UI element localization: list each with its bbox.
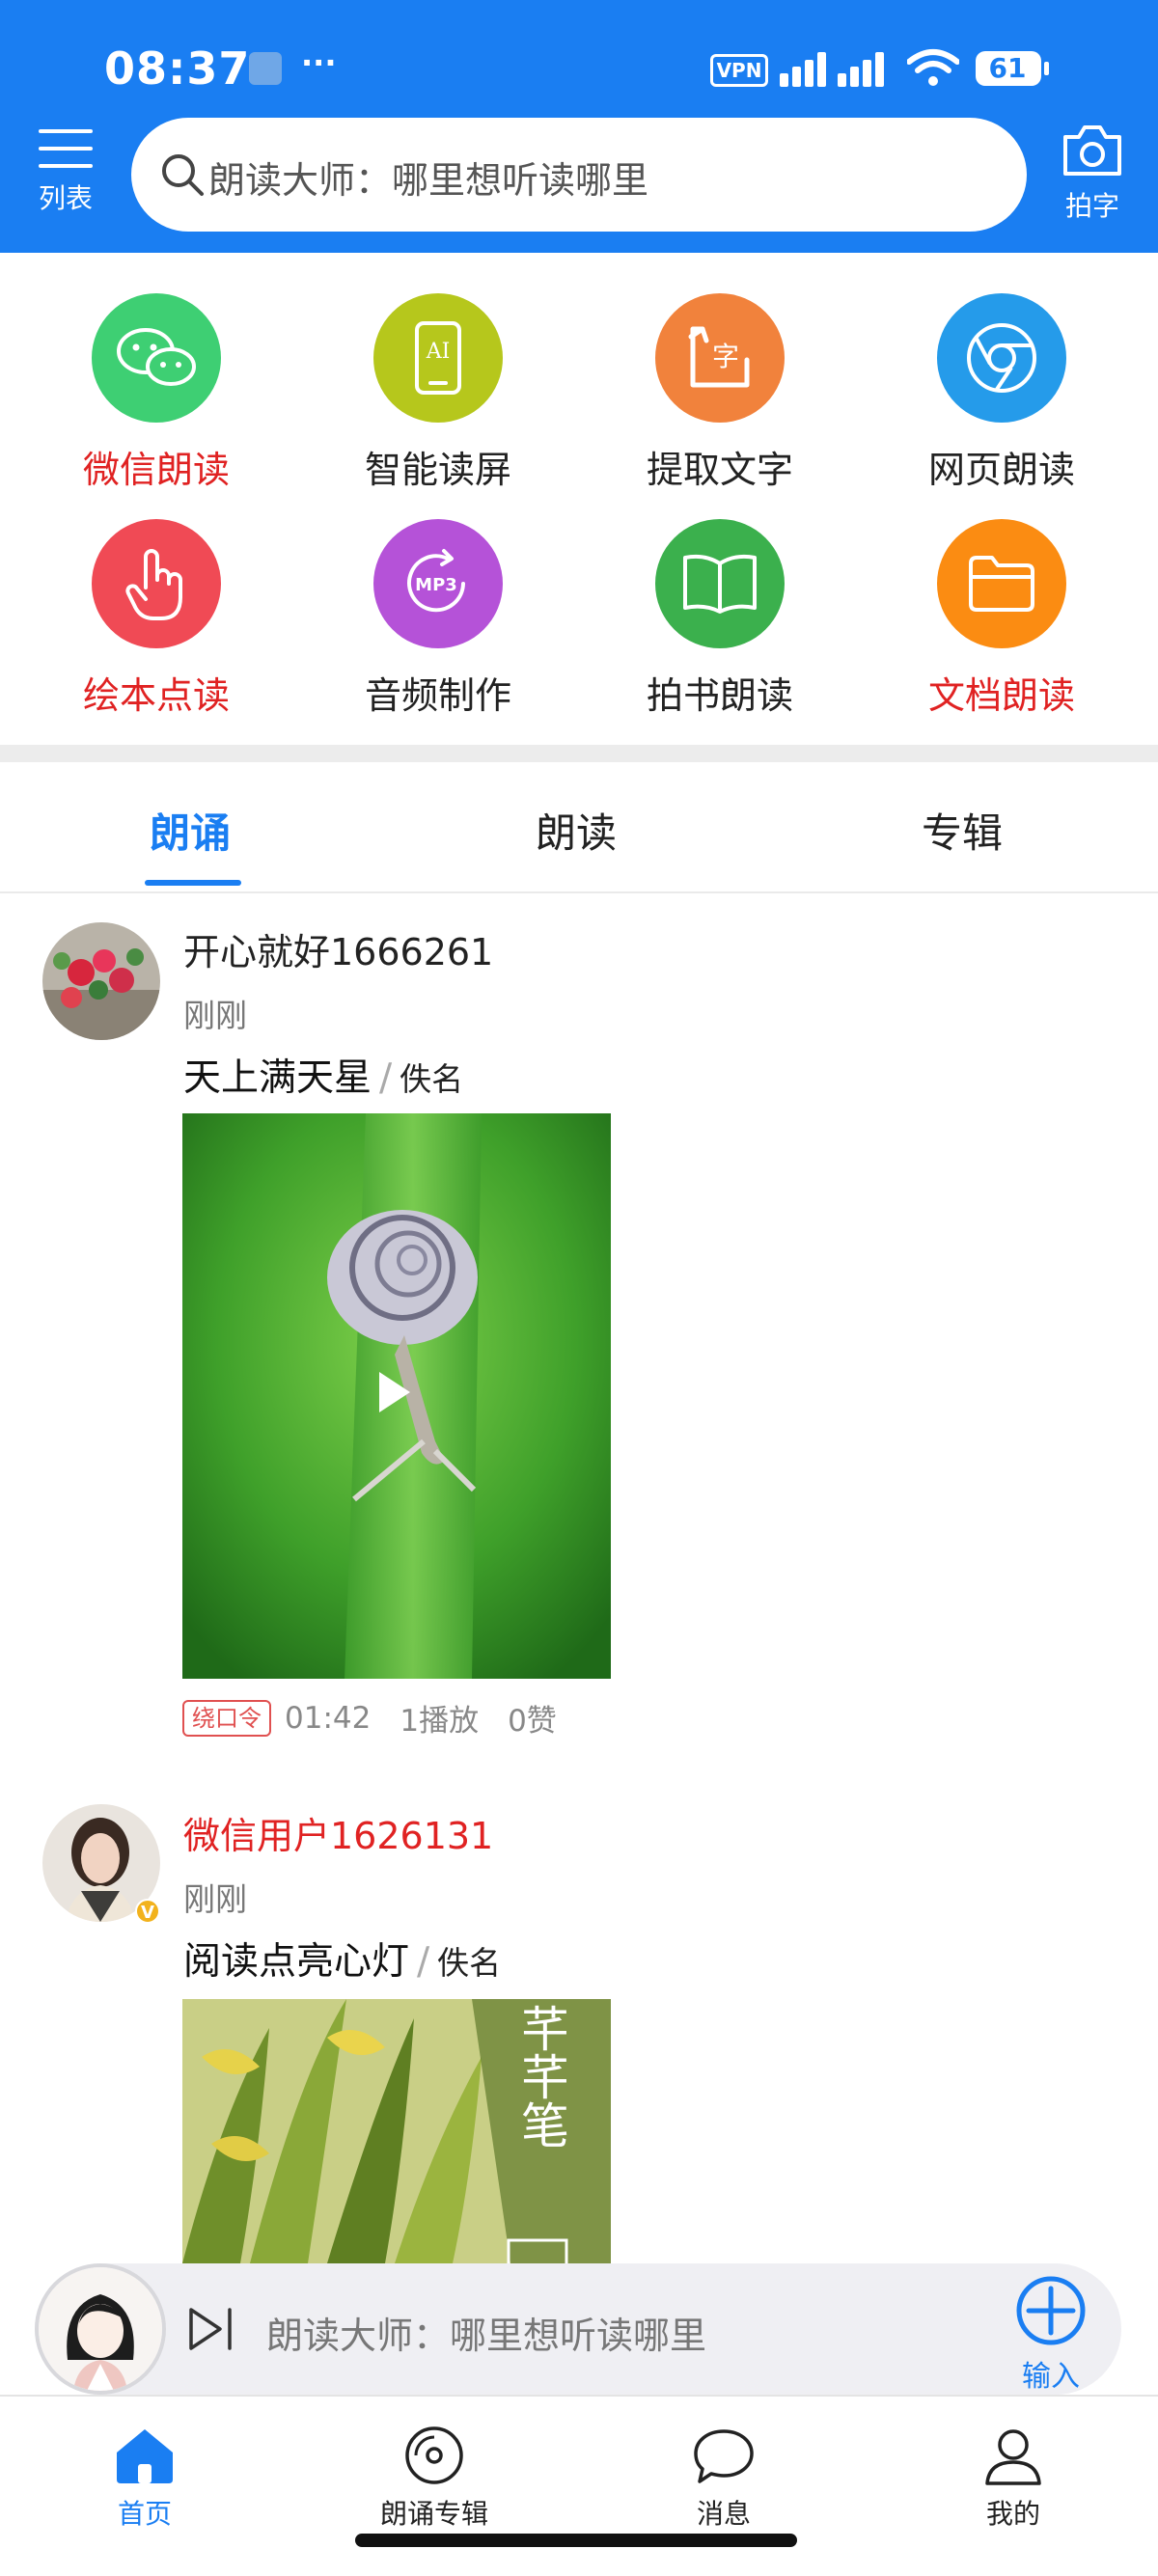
feature-extract-text[interactable]: 字 提取文字 [594,253,845,491]
post-duration: 01:42 [285,1700,372,1736]
feature-label: 文档朗读 [927,674,1075,717]
post-title[interactable]: 阅读点亮心灯 / 佚名 [183,1932,501,1986]
menu-label: 列表 [38,182,93,214]
avatar[interactable] [42,922,160,1040]
extract-text-icon: 字 [655,293,785,423]
hamburger-icon [39,129,93,168]
post-meta: 绕口令 01:42 1播放 0赞 [182,1696,586,1740]
svg-text:字: 字 [712,341,739,372]
section-divider [0,745,1158,762]
mp3-icon: MP3 [373,519,503,648]
cover-text: 芊芊笔 [513,2004,569,2149]
post-plays: 1播放 [400,1704,480,1739]
browser-icon [937,293,1066,423]
post-time: 刚刚 [183,1880,247,1918]
battery-level: 61 [988,52,1027,84]
wechat-icon [92,293,221,423]
search-input[interactable]: 朗读大师：哪里想听读哪里 [131,118,1027,232]
active-tab-indicator [145,880,241,886]
video-thumbnail[interactable]: 芊芊笔 [182,1999,611,2263]
tab-home[interactable]: 首页 [48,2425,241,2532]
feature-label: 绘本点读 [82,674,230,717]
ai-phone-icon: AI [373,293,503,423]
app-notification-icon [249,52,282,85]
tab-label: 朗诵专辑 [379,2498,488,2530]
tab-reading[interactable]: 朗读 [536,801,617,860]
status-bar: 08:37 ··· VPN 61 [0,0,1158,123]
home-indicator [355,2534,797,2547]
title-separator: / [417,1940,430,1984]
vpn-icon: VPN [710,54,768,87]
feature-audio-make[interactable]: MP3 音频制作 [313,479,564,717]
app-header: 08:37 ··· VPN 61 列表 朗读大师：哪里想听读哪里 拍字 [0,0,1158,253]
mini-player[interactable]: 朗读大师：哪里想听读哪里 输入 [35,2263,1121,2395]
post-time: 刚刚 [183,997,247,1034]
play-next-icon[interactable] [185,2306,235,2352]
svg-text:AI: AI [426,340,451,364]
status-time: 08:37 [104,42,251,95]
more-notifications-icon: ··· [301,44,337,81]
post-username[interactable]: 微信用户1626131 [183,1806,493,1859]
disc-icon [405,2426,463,2484]
title-separator: / [379,1056,393,1100]
finger-tap-icon [92,519,221,648]
menu-button[interactable]: 列表 [29,125,102,232]
post-username[interactable]: 开心就好1666261 [183,922,493,975]
person-icon [985,2429,1041,2485]
tab-label: 首页 [117,2498,172,2530]
tab-albums[interactable]: 朗诵专辑 [338,2425,531,2532]
feature-label: 音频制作 [364,674,511,717]
bottom-tab-bar: 首页 朗诵专辑 消息 我的 [0,2395,1158,2576]
player-avatar[interactable] [35,2263,166,2395]
folder-icon [937,519,1066,648]
feature-grid: 微信朗读 AI 智能读屏 字 提取文字 网页朗读 绘本点读 MP3 音频制作 拍… [0,253,1158,745]
content-tabs: 朗诵 朗读 专辑 [0,762,1158,893]
feature-photo-book[interactable]: 拍书朗读 [594,479,845,717]
tab-recitation[interactable]: 朗诵 [150,801,231,860]
post-title-text: 阅读点亮心灯 [183,1940,410,1984]
svg-text:MP3: MP3 [415,575,457,595]
feature-web-read[interactable]: 网页朗读 [876,253,1127,491]
feature-label: 拍书朗读 [646,674,793,717]
verified-badge: V [135,1899,160,1924]
camera-button[interactable]: 拍字 [1052,123,1133,230]
input-button[interactable]: 输入 [1007,2275,1094,2395]
feature-wechat-read[interactable]: 微信朗读 [31,253,282,491]
video-thumbnail[interactable] [182,1113,611,1679]
post-likes[interactable]: 0赞 [508,1704,557,1739]
book-icon [655,519,785,648]
post-title-text: 天上满天星 [183,1056,372,1100]
chat-bubble-icon [694,2429,754,2483]
camera-icon [1063,125,1121,176]
post-author: 佚名 [437,1944,502,1982]
wifi-icon [907,49,959,86]
tab-me[interactable]: 我的 [917,2425,1110,2532]
player-placeholder[interactable]: 朗读大师：哪里想听读哪里 [266,2306,706,2359]
signal-icon [780,52,884,87]
post-author: 佚名 [400,1060,464,1098]
feature-document-read[interactable]: 文档朗读 [876,479,1127,717]
search-icon [162,154,204,196]
tab-album[interactable]: 专辑 [922,801,1003,860]
category-tag[interactable]: 绕口令 [182,1699,271,1737]
feature-picturebook[interactable]: 绘本点读 [31,479,282,717]
home-icon [117,2429,173,2483]
tab-label: 我的 [985,2498,1040,2530]
post-title[interactable]: 天上满天星 / 佚名 [183,1048,463,1102]
search-placeholder: 朗读大师：哪里想听读哪里 [208,159,649,202]
camera-label: 拍字 [1064,190,1119,222]
plus-circle-icon [1016,2276,1086,2345]
feature-smart-screen[interactable]: AI 智能读屏 [313,253,564,491]
tab-label: 消息 [696,2498,751,2530]
input-label: 输入 [1022,2360,1080,2394]
tab-messages[interactable]: 消息 [627,2425,820,2532]
